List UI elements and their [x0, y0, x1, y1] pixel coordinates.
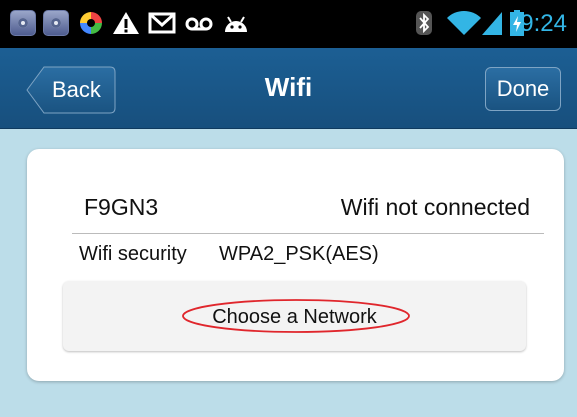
- choose-network-button[interactable]: Choose a Network: [63, 281, 526, 351]
- status-bar: 9:24: [0, 0, 577, 48]
- app-icon: [10, 10, 36, 36]
- gmail-icon: [148, 12, 176, 34]
- choose-network-label: Choose a Network: [212, 306, 377, 328]
- wifi-settings-card: F9GN3 Wifi not connected Wifi security W…: [27, 149, 564, 381]
- security-value: WPA2_PSK(AES): [219, 243, 379, 265]
- bluetooth-icon: [416, 11, 432, 35]
- done-button[interactable]: Done: [485, 67, 561, 111]
- warning-icon: [113, 12, 139, 34]
- wifi-icon: [447, 10, 481, 35]
- nav-bar: Back Wifi Done: [0, 48, 577, 129]
- colorful-app-icon: [80, 12, 102, 34]
- connection-status: Wifi not connected: [340, 194, 530, 220]
- security-label: Wifi security: [79, 243, 187, 265]
- status-time: 9:24: [520, 10, 567, 37]
- network-name: F9GN3: [84, 194, 159, 220]
- signal-icon: [482, 12, 502, 35]
- divider: [72, 233, 544, 234]
- app-icon: [43, 10, 69, 36]
- voicemail-icon: [185, 17, 213, 31]
- android-icon: [225, 16, 247, 32]
